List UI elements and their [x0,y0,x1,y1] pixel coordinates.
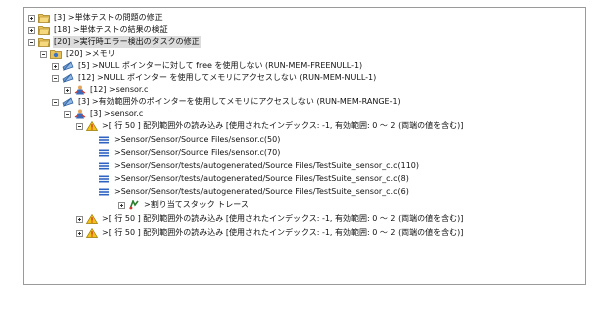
tree-row[interactable]: >Sensor/Sensor/tests/autogenerated/Sourc… [88,186,410,198]
expand-toggle[interactable] [64,86,71,94]
task-tree-panel: [3] >単体テストの問題の修正 [18] >単体テストの結果の検証 [20] … [23,7,586,285]
tree-row-label: >[ 行 50 ] 配列範囲外の読み込み [使用されたインデックス: -1, 有… [102,228,464,237]
stack-frame-icon [98,135,110,145]
tree-row[interactable]: [5] >NULL ポインターに対して free を使用しない (RUN-MEM… [52,60,363,72]
tree-row[interactable]: >Sensor/Sensor/Source Files/sensor.c(70) [88,147,281,159]
tree-row-label: [3] >単体テストの問題の修正 [54,13,163,22]
tree-row-label: >Sensor/Sensor/tests/autogenerated/Sourc… [114,161,419,170]
folder-open-icon [38,37,50,47]
expand-toggle[interactable] [76,229,83,237]
collapse-toggle[interactable] [64,110,71,118]
stack-frame-icon [98,187,110,197]
tree-row-label: [3] >有効範囲外のポインターを使用してメモリにアクセスしない (RUN-ME… [78,97,401,106]
expand-toggle[interactable] [118,201,125,209]
folder-open-icon [38,13,50,23]
developer-icon [74,109,86,119]
warning-icon [86,214,98,224]
tree-row[interactable]: >割り当てスタック トレース [118,199,250,211]
collapse-toggle[interactable] [52,74,59,82]
tree-row[interactable]: [12] >sensor.c [64,84,149,96]
tree-row-label: >割り当てスタック トレース [144,200,249,209]
tree-row-label: [20] >実行時エラー検出のタスクの修正 [53,36,201,48]
stack-frame-icon [98,161,110,171]
tree-row[interactable]: [20] >メモリ [40,48,117,60]
checker-rule-icon [62,61,74,71]
tree-row-label: [12] >sensor.c [90,85,149,94]
expand-toggle[interactable] [28,26,35,34]
stack-frame-icon [98,174,110,184]
tree-row[interactable]: [3] >sensor.c [64,108,144,120]
tree-row-label: >[ 行 50 ] 配列範囲外の読み込み [使用されたインデックス: -1, 有… [102,214,464,223]
warning-icon [86,121,98,131]
stack-frame-icon [98,148,110,158]
tree-row-label: >Sensor/Sensor/Source Files/sensor.c(70) [114,148,281,157]
allocation-trace-icon [128,200,140,210]
collapse-toggle[interactable] [76,122,83,130]
folder-open-icon [38,25,50,35]
collapse-toggle[interactable] [52,98,59,106]
tree-row[interactable]: [3] >単体テストの問題の修正 [28,12,164,24]
tree-row[interactable]: >[ 行 50 ] 配列範囲外の読み込み [使用されたインデックス: -1, 有… [76,120,464,132]
tree-row[interactable]: [18] >単体テストの結果の検証 [28,24,169,36]
tree-row-label: >Sensor/Sensor/tests/autogenerated/Sourc… [114,187,409,196]
tree-row-label: >[ 行 50 ] 配列範囲外の読み込み [使用されたインデックス: -1, 有… [102,121,464,130]
collapse-toggle[interactable] [40,50,47,58]
tree-row-label: >Sensor/Sensor/Source Files/sensor.c(50) [114,135,281,144]
folder-category-icon [50,49,62,59]
expand-toggle[interactable] [52,62,59,70]
collapse-toggle[interactable] [28,38,35,46]
expand-toggle[interactable] [76,215,83,223]
developer-icon [74,85,86,95]
checker-rule-icon [62,73,74,83]
tree-row-label: [20] >メモリ [66,49,116,58]
tree-row[interactable]: >Sensor/Sensor/tests/autogenerated/Sourc… [88,160,420,172]
tree-row[interactable]: >[ 行 50 ] 配列範囲外の読み込み [使用されたインデックス: -1, 有… [76,227,464,239]
checker-rule-icon [62,97,74,107]
tree-row[interactable]: [12] >NULL ポインター を使用してメモリにアクセスしない (RUN-M… [52,72,377,84]
tree-row[interactable]: >Sensor/Sensor/Source Files/sensor.c(50) [88,134,281,146]
warning-icon [86,228,98,238]
expand-toggle[interactable] [28,14,35,22]
tree-row-label: [5] >NULL ポインターに対して free を使用しない (RUN-MEM… [78,61,363,70]
tree-row[interactable]: >[ 行 50 ] 配列範囲外の読み込み [使用されたインデックス: -1, 有… [76,213,464,225]
tree-row-label: [3] >sensor.c [90,109,144,118]
tree-row[interactable]: >Sensor/Sensor/tests/autogenerated/Sourc… [88,173,410,185]
tree-row[interactable]: [3] >有効範囲外のポインターを使用してメモリにアクセスしない (RUN-ME… [52,96,402,108]
tree-row[interactable]: [20] >実行時エラー検出のタスクの修正 [28,36,201,48]
tree-row-label: [12] >NULL ポインター を使用してメモリにアクセスしない (RUN-M… [78,73,377,82]
tree-row-label: >Sensor/Sensor/tests/autogenerated/Sourc… [114,174,409,183]
tree-row-label: [18] >単体テストの結果の検証 [54,25,168,34]
